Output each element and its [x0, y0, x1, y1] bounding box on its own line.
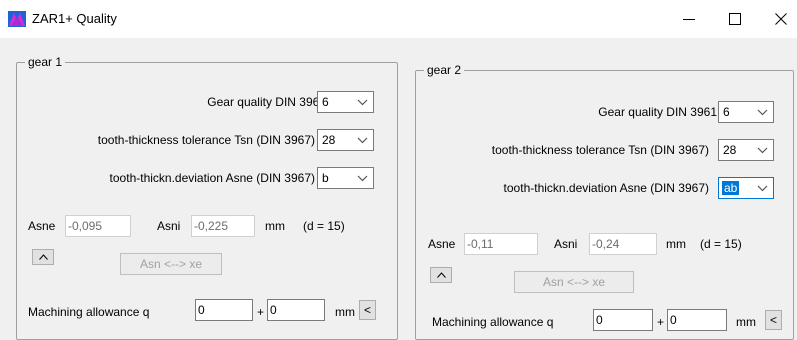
gear1-asni-label: Asni — [157, 219, 181, 233]
gear1-deviation-value: b — [322, 171, 329, 185]
gear2-quality-value: 6 — [723, 105, 730, 119]
gear1-deviation-select[interactable]: b — [317, 167, 374, 189]
maximize-button[interactable] — [712, 0, 758, 38]
minimize-button[interactable] — [666, 0, 712, 38]
gear1-unit-mm: mm — [265, 219, 285, 233]
chevron-down-icon — [757, 109, 768, 116]
chevron-down-icon — [357, 99, 368, 106]
gear2-plus-label: + — [657, 315, 665, 329]
gear2-unit-mm: mm — [666, 237, 686, 251]
gear1-asni-field[interactable]: -0,225 — [191, 215, 255, 237]
gear2-tolerance-select[interactable]: 28 — [718, 139, 774, 161]
gear1-quality-value: 6 — [322, 95, 329, 109]
gear1-group-label: gear 1 — [25, 55, 66, 69]
gear2-asne-field[interactable]: -0,11 — [464, 233, 538, 255]
title-bar[interactable]: ZAR1+ Quality — [0, 0, 797, 38]
gear1-caret-up-button[interactable] — [32, 249, 54, 265]
dialog-body: gear 1 Gear quality DIN 3961 6 tooth-thi… — [0, 38, 797, 340]
gear1-machining-field1[interactable]: 0 — [195, 299, 253, 321]
gear2-arrow-button[interactable]: < — [765, 310, 782, 330]
gear1-asne-field[interactable]: -0,095 — [65, 215, 131, 237]
gear2-tolerance-label: tooth-thickness tolerance Tsn (DIN 3967) — [491, 143, 709, 157]
gear1-asn-xe-button[interactable]: Asn <--> xe — [120, 253, 222, 275]
window-title: ZAR1+ Quality — [32, 11, 117, 26]
zar1-app-icon — [8, 11, 26, 27]
close-button[interactable] — [758, 0, 797, 38]
minimize-icon — [683, 19, 695, 20]
chevron-down-icon — [757, 147, 768, 154]
gear1-machining-field2[interactable]: 0 — [267, 299, 325, 321]
gear1-tolerance-label: tooth-thickness tolerance Tsn (DIN 3967) — [97, 133, 315, 147]
gear1-tolerance-value: 28 — [322, 133, 336, 147]
gear2-deviation-value: ab — [722, 181, 740, 195]
chevron-down-icon — [357, 175, 368, 182]
gear2-group: gear 2 Gear quality DIN 3961 6 tooth-thi… — [415, 63, 794, 340]
close-icon — [775, 13, 787, 25]
gear1-machining-label: Machining allowance q — [28, 305, 150, 319]
gear1-asne-label: Asne — [28, 219, 56, 233]
gear2-deviation-select[interactable]: ab — [718, 177, 774, 199]
gear2-asni-label: Asni — [554, 237, 578, 251]
gear2-quality-label: Gear quality DIN 3961 — [598, 105, 717, 119]
gear1-d-note: (d = 15) — [303, 219, 345, 233]
chevron-down-icon — [757, 185, 768, 192]
gear2-asn-xe-button[interactable]: Asn <--> xe — [514, 271, 634, 293]
chevron-down-icon — [357, 137, 368, 144]
maximize-icon — [729, 13, 741, 25]
gear2-group-label: gear 2 — [424, 63, 465, 77]
gear2-deviation-label: tooth-thickn.deviation Asne (DIN 3967) — [503, 181, 709, 195]
gear2-caret-up-button[interactable] — [430, 267, 452, 283]
gear1-arrow-button[interactable]: < — [359, 300, 376, 320]
gear2-machining-unit: mm — [736, 315, 756, 329]
gear1-quality-select[interactable]: 6 — [317, 91, 374, 113]
gear2-asni-field[interactable]: -0,24 — [589, 233, 657, 255]
gear2-tolerance-value: 28 — [723, 143, 737, 157]
gear1-machining-unit: mm — [335, 305, 355, 319]
gear1-tolerance-select[interactable]: 28 — [317, 129, 374, 151]
gear1-group: gear 1 Gear quality DIN 3961 6 tooth-thi… — [16, 55, 398, 340]
gear1-plus-label: + — [257, 305, 265, 319]
gear2-quality-select[interactable]: 6 — [718, 101, 774, 123]
gear2-machining-label: Machining allowance q — [432, 315, 554, 329]
gear2-asne-label: Asne — [428, 237, 456, 251]
caret-up-icon — [38, 254, 48, 260]
gear1-deviation-label: tooth-thickn.deviation Asne (DIN 3967) — [109, 171, 315, 185]
gear2-d-note: (d = 15) — [700, 237, 742, 251]
caret-up-icon — [436, 272, 446, 278]
gear1-quality-label: Gear quality DIN 3961 — [207, 95, 326, 109]
